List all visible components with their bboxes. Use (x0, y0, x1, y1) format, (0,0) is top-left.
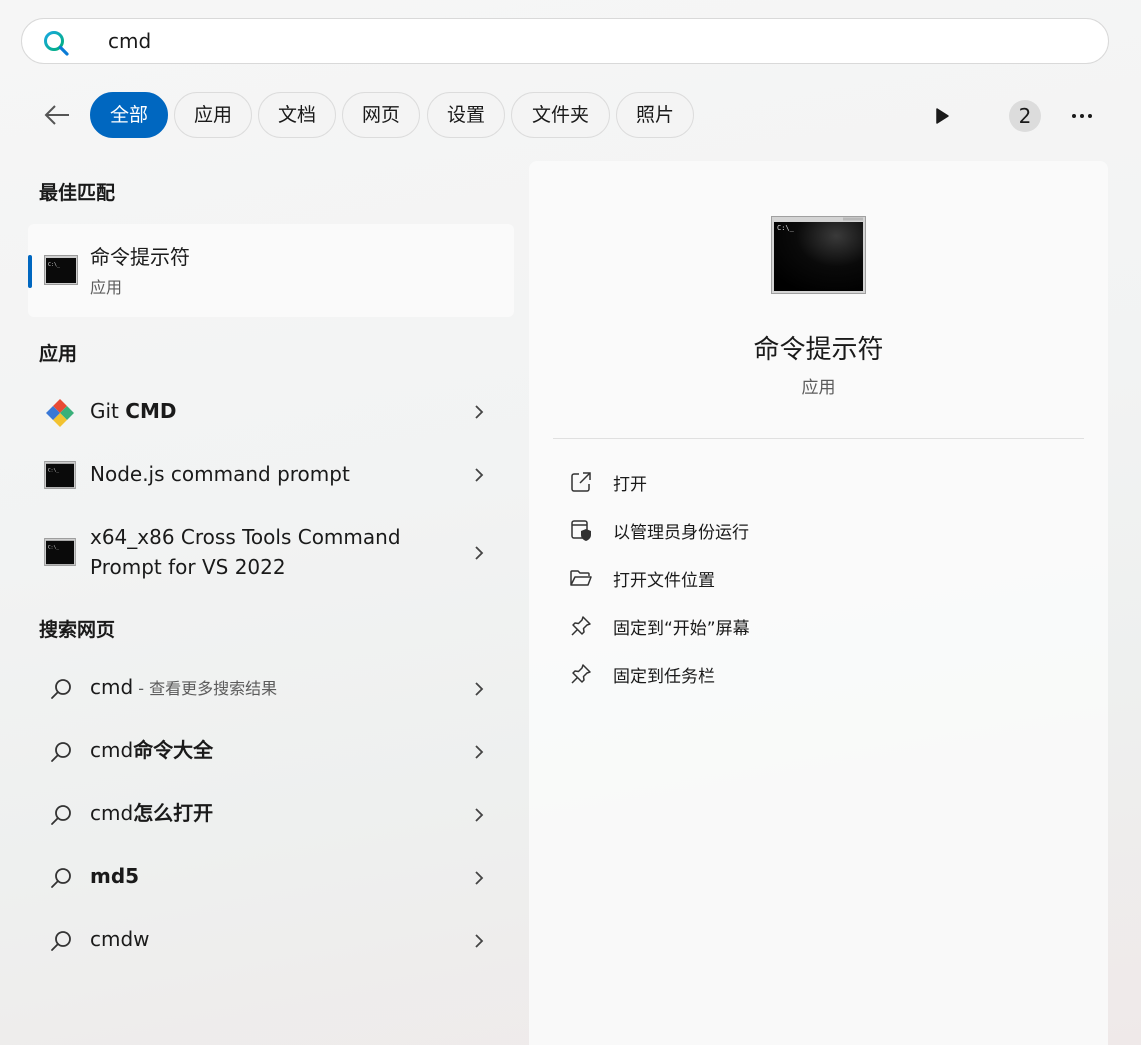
open-external-icon (571, 472, 591, 492)
web-result-label: cmd - 查看更多搜索结果 (90, 672, 277, 704)
tab-settings[interactable]: 设置 (427, 92, 505, 138)
chevron-right-icon (475, 934, 484, 948)
chevron-right-icon (475, 745, 484, 759)
label-plain: cmd (90, 801, 134, 825)
detail-type: 应用 (801, 378, 836, 398)
app-item-label: Node.js command prompt (90, 462, 350, 486)
label-suffix: - 查看更多搜索结果 (133, 679, 278, 698)
svg-text:C:\_: C:\_ (777, 224, 795, 232)
search-icon (44, 31, 69, 56)
search-icon (51, 742, 71, 762)
app-item-nodejs[interactable]: C:\_ Node.js command prompt (28, 447, 514, 503)
action-label: 固定到任务栏 (613, 667, 715, 687)
tab-documents[interactable]: 文档 (258, 92, 336, 138)
cmd-large-icon: C:\_ (771, 216, 866, 294)
chevron-right-icon (475, 546, 484, 560)
search-input[interactable]: cmd (108, 29, 151, 53)
web-search-heading: 搜索网页 (39, 619, 116, 641)
best-match-item[interactable]: C:\_ 命令提示符 应用 (28, 224, 514, 317)
selection-indicator (28, 255, 32, 288)
label-bold: CMD (125, 399, 177, 423)
label-plain: cmd (90, 738, 134, 762)
cmd-icon: C:\_ (44, 461, 76, 489)
cmd-icon: C:\_ (44, 255, 78, 285)
folder-open-icon (570, 570, 592, 586)
chevron-right-icon (475, 871, 484, 885)
search-icon (51, 805, 71, 825)
git-icon (46, 399, 74, 427)
web-result-item[interactable]: cmdw (28, 912, 514, 968)
best-match-heading: 最佳匹配 (39, 182, 116, 204)
label-plain: cmd (90, 675, 134, 699)
action-pin-to-taskbar[interactable]: 固定到任务栏 (569, 660, 969, 688)
app-item-git-cmd[interactable]: Git CMD (28, 384, 514, 440)
web-result-label: cmdw (90, 927, 150, 951)
app-item-vs-cross-tools[interactable]: C:\_ x64_x86 Cross Tools Command Prompt … (28, 516, 514, 588)
svg-text:C:\_: C:\_ (48, 544, 59, 550)
web-result-label: cmd怎么打开 (90, 798, 213, 828)
detail-title: 命令提示符 (753, 335, 884, 365)
label-bold: 怎么打开 (133, 801, 214, 825)
svg-text:C:\_: C:\_ (48, 262, 61, 268)
tab-web[interactable]: 网页 (342, 92, 420, 138)
detail-panel: C:\_ 命令提示符 应用 打开 以管理员身份运行 打开文件位置 固定到“开始”… (529, 161, 1108, 1045)
search-icon (51, 868, 71, 888)
rewards-badge[interactable]: 2 (1009, 100, 1041, 132)
label-bold: 命令大全 (133, 738, 214, 762)
tab-apps[interactable]: 应用 (174, 92, 252, 138)
search-icon (51, 931, 71, 951)
chevron-right-icon (475, 808, 484, 822)
shield-run-admin-icon (571, 520, 591, 541)
tab-folders[interactable]: 文件夹 (511, 92, 610, 138)
web-result-label: cmd命令大全 (90, 735, 213, 765)
divider (553, 438, 1084, 439)
tab-all[interactable]: 全部 (90, 92, 168, 138)
web-result-label: md5 (90, 864, 140, 888)
tab-photos[interactable]: 照片 (616, 92, 694, 138)
apps-heading: 应用 (39, 343, 78, 365)
pin-icon (571, 616, 591, 636)
action-run-as-admin[interactable]: 以管理员身份运行 (569, 516, 969, 544)
action-open-file-location[interactable]: 打开文件位置 (569, 564, 969, 592)
back-arrow-icon[interactable] (42, 100, 72, 130)
play-icon[interactable] (932, 106, 952, 126)
action-label: 以管理员身份运行 (613, 523, 749, 543)
chevron-right-icon (475, 405, 484, 419)
more-options-icon[interactable] (1070, 106, 1094, 126)
chevron-right-icon (475, 682, 484, 696)
action-label: 固定到“开始”屏幕 (613, 619, 750, 639)
cmd-icon: C:\_ (44, 538, 76, 566)
svg-text:C:\_: C:\_ (48, 467, 59, 473)
action-pin-to-start[interactable]: 固定到“开始”屏幕 (569, 612, 969, 640)
web-result-item[interactable]: cmd怎么打开 (28, 786, 514, 842)
action-label: 打开 (613, 475, 647, 495)
search-icon (51, 679, 71, 699)
action-open[interactable]: 打开 (569, 468, 969, 496)
app-item-label-line1: x64_x86 Cross Tools Command (90, 525, 401, 549)
search-box[interactable]: cmd (21, 18, 1109, 64)
web-result-item[interactable]: md5 (28, 849, 514, 905)
action-label: 打开文件位置 (613, 571, 715, 591)
app-item-label: Git CMD (90, 396, 176, 426)
pin-icon (571, 664, 591, 684)
web-result-item[interactable]: cmd命令大全 (28, 723, 514, 779)
best-match-title: 命令提示符 (90, 245, 190, 269)
label-plain: Git (90, 399, 126, 423)
best-match-type: 应用 (90, 278, 123, 297)
app-item-label-line2: Prompt for VS 2022 (90, 555, 286, 579)
chevron-right-icon (475, 468, 484, 482)
web-result-item[interactable]: cmd - 查看更多搜索结果 (28, 660, 514, 716)
